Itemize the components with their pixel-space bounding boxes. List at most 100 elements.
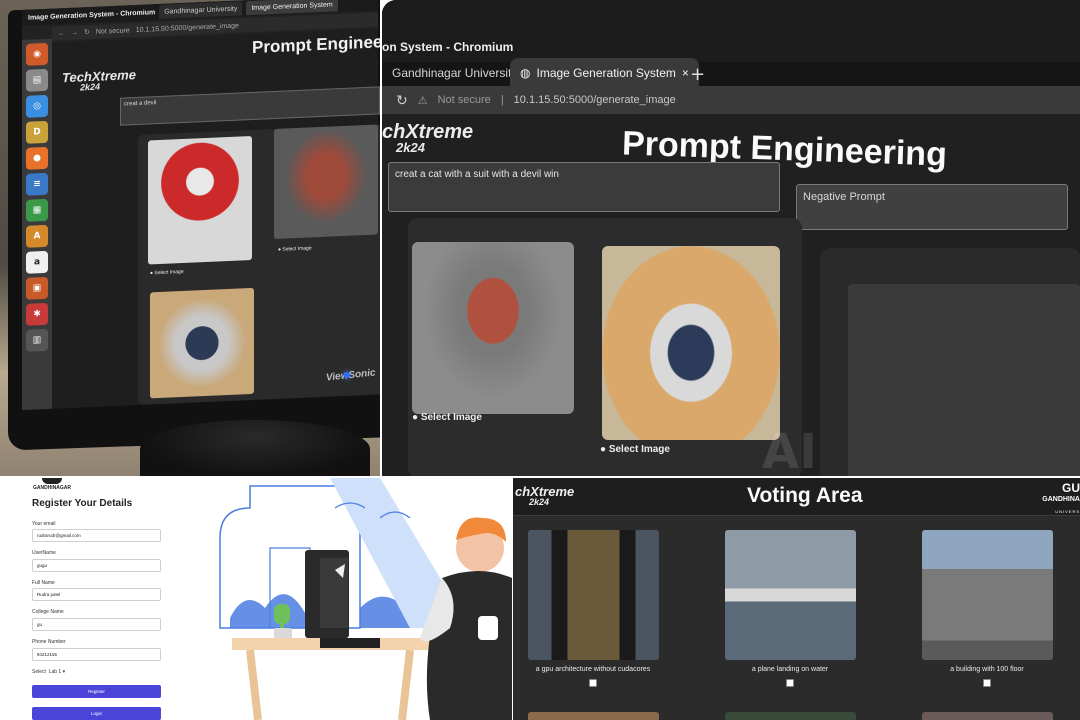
prompt-input[interactable]: creat a devil — [120, 86, 380, 126]
vote-checkbox[interactable] — [589, 679, 597, 687]
fullname-field[interactable]: Rudra patel — [32, 588, 161, 601]
select-image-option[interactable]: ● Select Image — [278, 245, 312, 252]
image-gallery-secondary — [820, 248, 1080, 478]
new-tab-button[interactable]: + — [690, 64, 705, 85]
page-title: Prompt Engineering — [252, 30, 380, 57]
email-field[interactable]: rudrarudr@gmail.com — [32, 529, 161, 542]
techxtreme-logo: chXtreme 2k24 — [515, 485, 574, 508]
college-field[interactable]: gu — [32, 618, 161, 631]
form-title: Register Your Details — [32, 498, 133, 509]
username-label: UserName — [32, 550, 56, 556]
phone-field[interactable]: 94212155 — [32, 648, 161, 661]
monitor-photo-panel: Image Generation System - Chromium Gandh… — [0, 0, 380, 478]
tab-image-generation[interactable]: Image Generation System — [246, 0, 338, 16]
university-logo: GU GANDHINA UNIVERS — [1042, 482, 1080, 518]
generated-image[interactable] — [150, 287, 254, 399]
reload-icon[interactable]: ↻ — [396, 92, 408, 109]
logo-mark: GU — [1062, 481, 1080, 495]
techxtreme-logo: TechXtreme 2k24 — [62, 67, 136, 94]
select-image-label: Select Image — [420, 412, 482, 423]
warning-icon: ⚠ — [417, 94, 428, 107]
page-content: TechXtreme 2k24 Prompt Engineering creat… — [52, 28, 380, 409]
url-separator: | — [500, 94, 504, 106]
vote-image-building[interactable] — [922, 530, 1053, 660]
trash-icon[interactable]: ▥ — [26, 328, 48, 352]
email-label: Your email — [32, 521, 56, 527]
logo-text: GANDHINAGAR — [32, 485, 72, 491]
writer-icon[interactable]: ≡ — [26, 172, 48, 196]
select-image-option[interactable]: ● Select Image — [412, 412, 482, 423]
phone-label: Phone Number — [32, 639, 66, 645]
voting-panel: chXtreme 2k24 Voting Area GU GANDHINA UN… — [513, 478, 1080, 720]
lab-select-value: Lab 1 ▾ — [48, 669, 66, 675]
page-title: Voting Area — [747, 484, 863, 507]
select-image-label: Select Image — [608, 444, 670, 455]
tab-label: Image Generation System — [536, 66, 676, 80]
tab-gandhinagar-university[interactable]: Gandhinagar University — [159, 1, 243, 20]
power-led — [344, 372, 350, 378]
prompt-input[interactable]: creat a cat with a suit with a devil win — [388, 162, 780, 212]
tab-image-generation[interactable]: ◍ Image Generation System × — [510, 58, 699, 88]
ubuntu-icon[interactable]: ◉ — [26, 42, 48, 66]
image-placeholder — [848, 284, 1080, 478]
url-text: 10.1.15.50:5000/generate_image — [513, 94, 676, 106]
fullname-label: Full Name — [32, 580, 55, 586]
generated-image[interactable] — [412, 242, 574, 414]
image-gallery: ● Select Image ● Select Image — [138, 124, 380, 405]
select-image-option[interactable]: ● Select Image — [600, 444, 670, 455]
username-field[interactable]: gugu — [32, 559, 161, 572]
register-button[interactable]: Register — [32, 685, 161, 698]
window-title: on System - Chromium — [382, 40, 514, 54]
firefox-icon[interactable]: ● — [26, 146, 48, 170]
ubuntu-launcher: ◉ ▤ ◎ D ● ≡ ▦ A a ▣ ✱ ▥ — [22, 38, 52, 410]
tab-label: Gandhinagar University — [392, 66, 518, 80]
login-button[interactable]: Login — [32, 707, 161, 720]
monitor-stand — [140, 420, 370, 478]
vote-checkbox[interactable] — [786, 679, 794, 687]
monitor-screen: Image Generation System - Chromium Gandh… — [22, 0, 380, 411]
settings-icon[interactable]: ✱ — [26, 302, 48, 326]
generated-image[interactable] — [274, 124, 378, 239]
amazon-icon[interactable]: a — [26, 250, 48, 274]
chromium-icon[interactable]: ◎ — [26, 94, 48, 118]
vote-image-plane[interactable] — [725, 530, 856, 660]
generated-image[interactable] — [148, 135, 252, 265]
calc-icon[interactable]: ▦ — [26, 198, 48, 222]
select-image-option[interactable]: ● Select Image — [150, 269, 184, 276]
vote-caption: a building with 100 floor — [950, 666, 1024, 673]
notes-icon[interactable]: ▣ — [26, 276, 48, 300]
url-text: 10.1.15.50:5000/generate_image — [135, 22, 239, 34]
globe-icon: ◍ — [520, 66, 531, 80]
not-secure-label: Not secure — [437, 94, 491, 106]
software-center-icon[interactable]: A — [26, 224, 48, 248]
vote-image[interactable] — [725, 712, 856, 720]
address-bar[interactable]: ↻ ⚠ Not secure | 10.1.15.50:5000/generat… — [382, 86, 1080, 114]
logo-subtext: UNIVERS — [1055, 509, 1080, 514]
generated-image[interactable] — [602, 246, 780, 440]
workspace-illustration — [219, 478, 512, 720]
forward-icon[interactable]: → — [71, 29, 78, 36]
vote-image[interactable] — [528, 712, 659, 720]
negative-prompt-input[interactable]: Negative Prompt — [796, 184, 1068, 230]
close-icon[interactable]: × — [682, 66, 689, 80]
vote-caption: a gpu architecture without cudacores — [535, 666, 651, 673]
zoomed-screen-panel: on System - Chromium Gandhinagar Univers… — [382, 0, 1080, 478]
techxtreme-logo: chXtreme 2k24 — [382, 122, 473, 156]
lab-select[interactable]: Select Lab 1 ▾ — [32, 669, 65, 675]
vote-image[interactable] — [922, 712, 1053, 720]
lab-select-label: Select — [32, 669, 46, 675]
select-image-label: Select Image — [282, 245, 312, 253]
reload-icon[interactable]: ↻ — [84, 28, 90, 36]
window-title: Image Generation System - Chromium — [28, 8, 156, 22]
logo-text: GANDHINA — [1042, 496, 1080, 503]
back-icon[interactable]: ← — [58, 30, 65, 37]
vote-caption: a plane landing on water — [751, 666, 829, 673]
vote-image-gpu[interactable] — [528, 530, 659, 660]
logo-mark — [42, 478, 62, 484]
registration-panel: GANDHINAGAR Register Your Details Your e… — [0, 478, 512, 720]
vote-checkbox[interactable] — [983, 679, 991, 687]
not-secure-label: Not secure — [95, 26, 130, 36]
image-gallery: ● Select Image ● Select Image — [408, 218, 802, 478]
dosbox-icon[interactable]: D — [26, 120, 48, 144]
files-icon[interactable]: ▤ — [26, 68, 48, 92]
